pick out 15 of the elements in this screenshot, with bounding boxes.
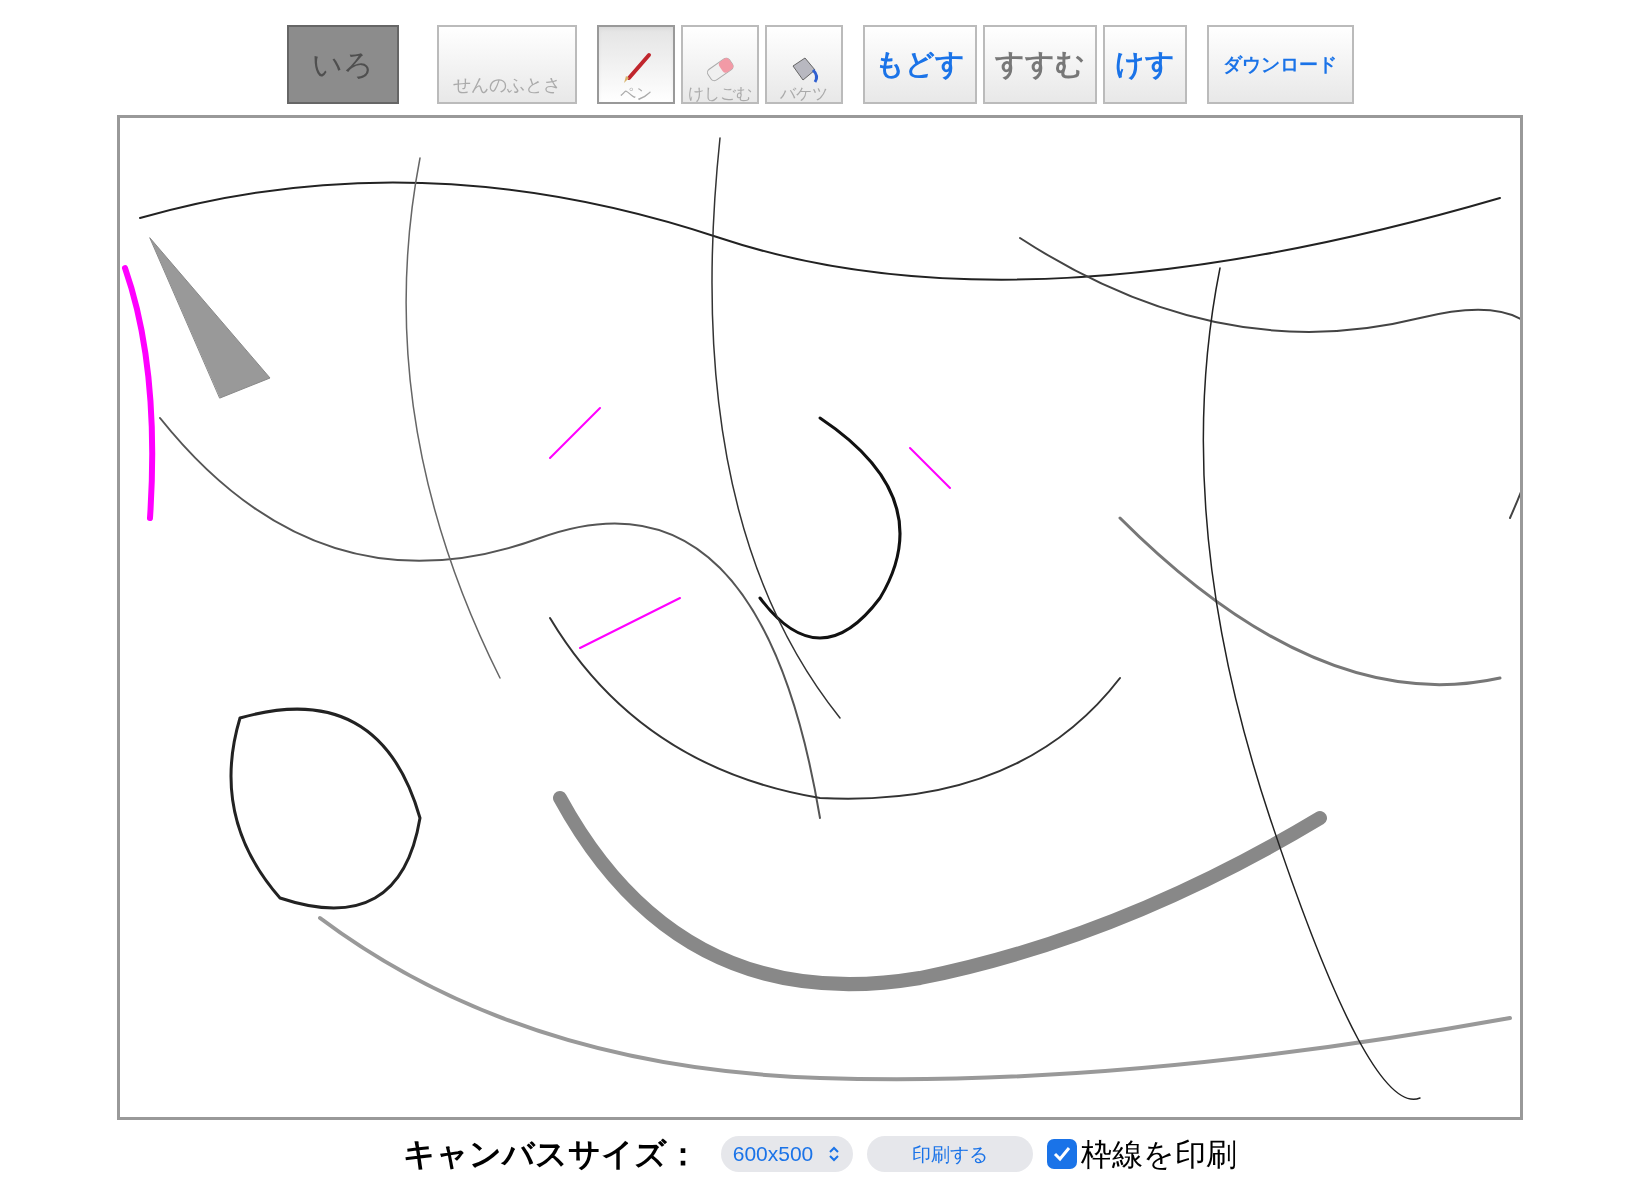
action-button[interactable]: もどす — [862, 25, 977, 104]
canvas-size-label: キャンバスサイズ： — [402, 1135, 699, 1174]
chevron-updown-icon — [827, 1144, 842, 1164]
tool-button[interactable]: バケツ — [764, 25, 843, 104]
print-button[interactable]: 印刷する — [867, 1136, 1034, 1172]
line-width-button[interactable]: せんのふとさ — [436, 25, 577, 104]
tool-button[interactable]: けしごむ — [680, 25, 759, 104]
color-button[interactable]: いろ — [286, 25, 399, 104]
action-button[interactable]: けす — [1102, 25, 1187, 104]
canvas-size-select[interactable]: 600x500 — [720, 1136, 854, 1172]
tool-button[interactable]: ペン — [596, 25, 675, 104]
checkmark-icon — [1052, 1144, 1073, 1164]
checkbox[interactable] — [1047, 1139, 1078, 1169]
action-button[interactable]: ダウンロード — [1206, 25, 1354, 104]
checkbox-label: 枠線を印刷 — [1081, 1134, 1238, 1174]
